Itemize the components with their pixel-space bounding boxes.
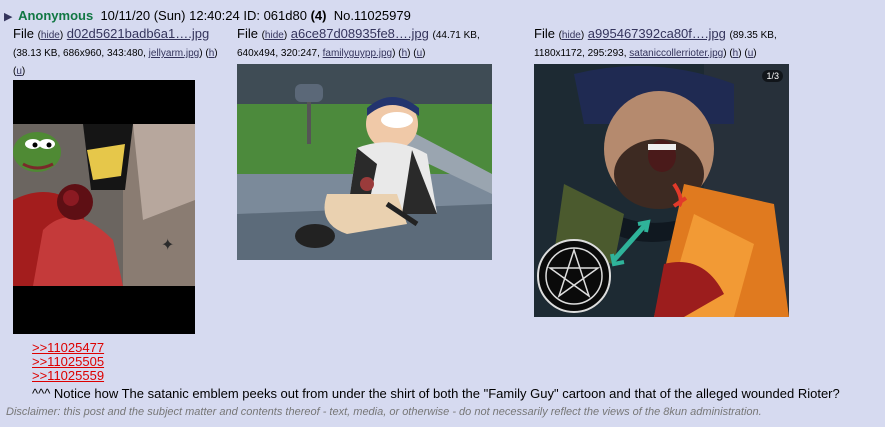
file-2-h-link[interactable]: h [402, 48, 408, 59]
file-1: File (hide) d02d5621badb6a1….jpg (38.13 … [13, 26, 228, 80]
file-1-thumbnail[interactable]: ✦ [13, 80, 195, 334]
file-2-meta: 640x494, 320:247, familyguypp.jpg) (h) (… [237, 48, 426, 59]
disclaimer: Disclaimer: this post and the subject ma… [6, 406, 762, 418]
file-1-orig-name-link[interactable]: jellyarm.jpg [149, 48, 200, 59]
file-3-meta: 1180x1172, 295:293, sataniccollerrioter.… [534, 48, 757, 59]
file-label: File [237, 26, 258, 41]
file-2-u-link[interactable]: u [417, 48, 423, 59]
file-2: File (hide) a6ce87d08935fe8….jpg (44.71 … [237, 26, 507, 62]
file-2-orig-name-link[interactable]: familyguypp.jpg [323, 48, 392, 59]
file-1-info: File (hide) d02d5621badb6a1….jpg (38.13 … [13, 26, 218, 77]
file-label: File [534, 26, 555, 41]
quote-link[interactable]: >>11025505 [32, 355, 104, 369]
file-2-info: File (hide) a6ce87d08935fe8….jpg (44.71 … [237, 26, 480, 59]
poster-name: Anonymous [18, 8, 94, 23]
quote-link[interactable]: >>11025477 [32, 341, 104, 355]
quote-links: >>11025477 >>11025505 >>11025559 [32, 341, 104, 383]
rioter-pentagram-image [534, 64, 789, 317]
file-2-filename-link[interactable]: a6ce87d08935fe8….jpg [291, 26, 429, 41]
file-3-h-link[interactable]: h [733, 48, 739, 59]
post-number[interactable]: No.11025979 [334, 8, 411, 23]
image-gallery-badge: 1/3 [762, 70, 783, 82]
file-attachments: File (hide) d02d5621badb6a1….jpg (38.13 … [0, 26, 885, 334]
file-1-filename-link[interactable]: d02d5621badb6a1….jpg [67, 26, 209, 41]
file-3-filename-link[interactable]: a995467392ca80f….jpg [588, 26, 726, 41]
post-menu-arrow-icon[interactable]: ▶ [4, 11, 12, 23]
file-3-orig-name-link[interactable]: sataniccollerrioter.jpg [629, 48, 723, 59]
poster-id[interactable]: ID: 061d80 [243, 8, 307, 23]
file-3-thumbnail[interactable]: 1/3 [534, 64, 789, 317]
family-guy-image [237, 64, 492, 260]
post-datetime: 10/11/20 (Sun) 12:40:24 [100, 8, 240, 23]
file-1-h-link[interactable]: h [209, 48, 215, 59]
file-label: File [13, 26, 34, 41]
file-2-thumbnail[interactable] [237, 64, 492, 260]
file-3-info: File (hide) a995467392ca80f….jpg (89.35 … [534, 26, 777, 59]
file-1-u-link[interactable]: u [16, 66, 22, 77]
file-1-hide-link[interactable]: hide [41, 30, 60, 41]
svg-text:✦: ✦ [161, 237, 174, 254]
file-2-hide-link[interactable]: hide [265, 30, 284, 41]
file-1-meta: (38.13 KB, 686x960, 343:480, jellyarm.jp… [13, 48, 218, 77]
file-3: File (hide) a995467392ca80f….jpg (89.35 … [534, 26, 834, 62]
reply-count: (4) [310, 8, 327, 23]
post-body: ^^^ Notice how The satanic emblem peeks … [32, 386, 840, 401]
file-3-u-link[interactable]: u [748, 48, 754, 59]
jelly-arm-image: ✦ [13, 80, 195, 334]
post-header: ▶ Anonymous 10/11/20 (Sun) 12:40:24 ID: … [4, 8, 411, 23]
quote-link[interactable]: >>11025559 [32, 369, 104, 383]
file-3-hide-link[interactable]: hide [562, 30, 581, 41]
